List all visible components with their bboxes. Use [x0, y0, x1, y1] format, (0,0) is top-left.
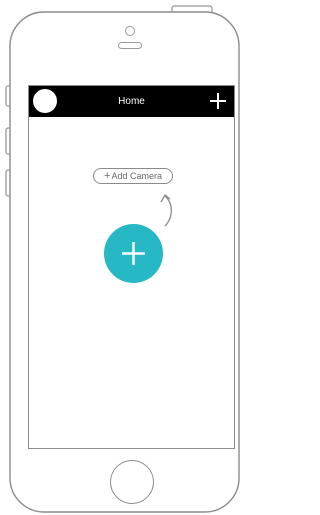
nav-bar: Home: [29, 86, 234, 117]
add-camera-fab[interactable]: [104, 224, 163, 283]
front-camera-icon: [125, 26, 135, 36]
curved-arrow-up-icon: [160, 194, 173, 227]
earpiece-icon: [118, 42, 142, 49]
add-camera-label: Add Camera: [111, 170, 162, 181]
home-button-icon[interactable]: [110, 460, 154, 504]
plus-icon: +: [104, 169, 111, 182]
add-button[interactable]: [207, 90, 229, 112]
page-title: Home: [118, 96, 145, 107]
add-camera-button[interactable]: + Add Camera: [93, 168, 173, 184]
phone-mockup: Home + Add Camera: [0, 0, 248, 515]
plus-icon: [210, 93, 226, 109]
plus-icon: [122, 242, 145, 265]
app-screen: Home + Add Camera: [28, 85, 235, 449]
